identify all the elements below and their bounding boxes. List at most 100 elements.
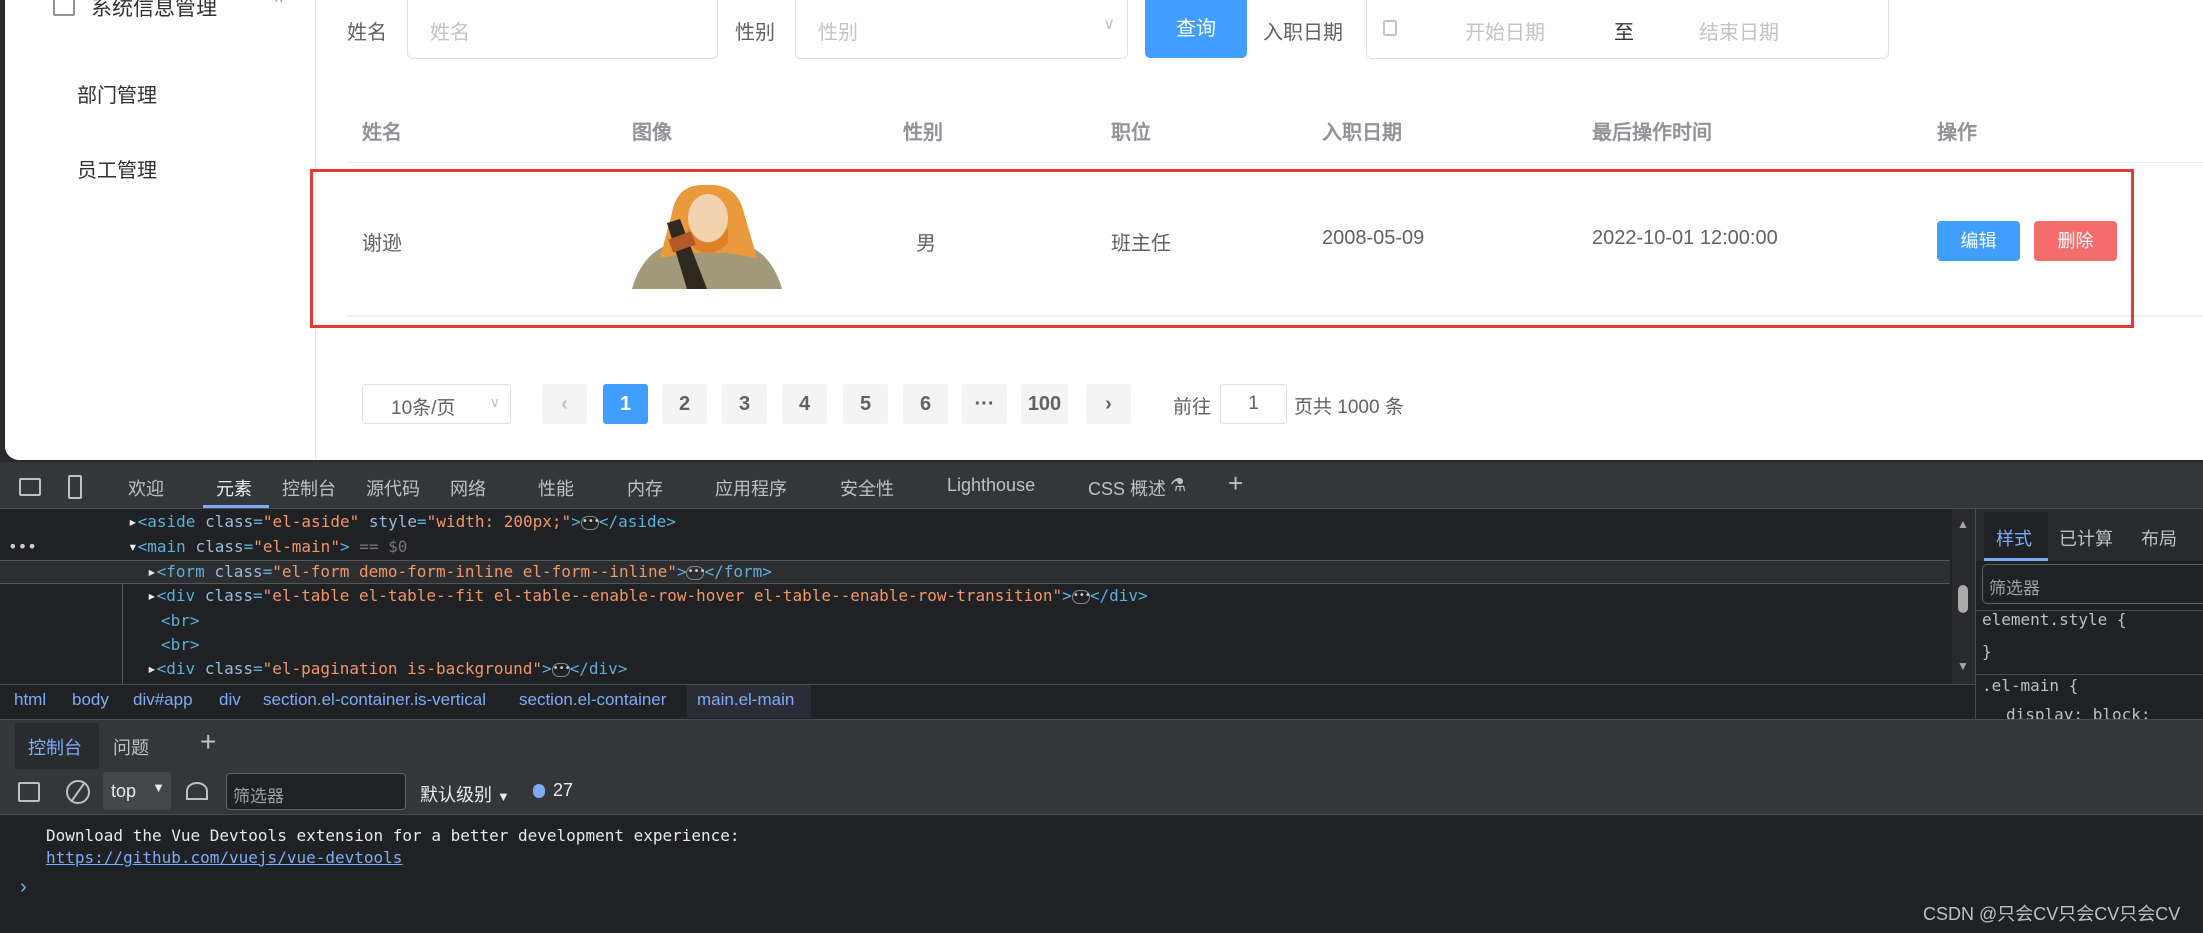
next-page-button[interactable]: › [1086,384,1131,424]
active-tab-indicator [203,505,269,508]
drawer-add-tab-icon[interactable]: + [200,726,216,758]
tab-elements[interactable]: 元素 [216,475,252,501]
goto-page-input[interactable]: 1 [1220,384,1287,424]
drawer-tab-issues[interactable]: 问题 [113,734,149,760]
watermark: CSDN @只会CV只会CV只会CV [1923,904,2181,924]
name-input[interactable]: 姓名 [407,0,718,59]
drawer-tab-console[interactable]: 控制台 [28,734,82,760]
more-options-icon[interactable]: ••• [8,537,37,556]
col-header-image: 图像 [632,122,672,144]
page-button[interactable]: 100 [1021,384,1068,424]
pagination-class: el-pagination is-background [272,659,533,678]
style-rule-selector: .el-main { [1982,676,2079,695]
goto-label: 前往 [1173,397,1212,418]
col-header-gender: 性别 [903,122,943,144]
breadcrumb-item[interactable]: section.el-container.is-vertical [263,690,486,710]
tab-lighthouse[interactable]: Lighthouse [947,475,1035,496]
dom-node-main[interactable]: ▾<main class="el-main"> == $0 [128,537,407,556]
more-tabs-plus-icon[interactable]: + [1228,468,1243,499]
dom-node-form[interactable]: ▸<form class="el-form demo-form-inline e… [147,562,772,581]
breadcrumb-item[interactable]: html [14,690,46,710]
message-count[interactable]: 27 [553,780,573,801]
tab-computed[interactable]: 已计算 [2059,525,2113,551]
name-placeholder: 姓名 [430,22,470,44]
header-divider [347,162,2203,163]
log-level-value: 默认级别 [420,785,492,805]
dom-node-br[interactable]: <br> [161,635,200,654]
page-button[interactable]: 3 [722,384,767,424]
tab-performance[interactable]: 性能 [538,475,574,501]
device-toolbar-icon[interactable] [68,475,82,499]
context-select[interactable]: top ▼ [103,772,171,810]
styles-pane: 样式 已计算 布局 筛选器 element.style { } .el-main… [1975,509,2203,724]
breadcrumb-item[interactable]: main.el-main [697,690,794,710]
highlight-box [310,169,2134,328]
dom-node-table[interactable]: ▸<div class="el-table el-table--fit el-t… [147,586,1148,605]
page-button[interactable]: 1 [603,384,648,424]
selected-marker: == $0 [359,537,408,556]
end-date-placeholder[interactable]: 结束日期 [1699,16,1779,45]
drawer-tabbar [0,719,2203,769]
page-button[interactable]: 4 [782,384,827,424]
dom-node-aside[interactable]: ▸<aside class="el-aside" style="width: 2… [128,512,676,531]
clear-console-icon[interactable] [66,780,90,804]
start-date-placeholder[interactable]: 开始日期 [1465,16,1545,45]
date-range-picker[interactable]: 开始日期 至 结束日期 [1366,0,1889,59]
inspect-element-icon[interactable] [19,478,41,496]
chevron-down-icon: ∨ [489,394,500,410]
tab-network[interactable]: 网络 [450,475,486,501]
menu-item-dept[interactable]: 部门管理 [77,79,157,108]
tab-welcome[interactable]: 欢迎 [128,475,164,501]
prev-page-button[interactable]: ‹ [542,384,587,424]
tab-application[interactable]: 应用程序 [715,475,787,501]
elements-scrollbar[interactable]: ▲ ▼ [1952,509,1974,684]
sidebar: 系统信息管理 ^ 部门管理 员工管理 [5,0,316,460]
tab-sources[interactable]: 源代码 [366,475,420,501]
dom-node-br[interactable]: <br> [161,611,200,630]
tab-console[interactable]: 控制台 [282,475,336,501]
breadcrumb-item[interactable]: div [219,690,241,710]
style-rule-selector: element.style { [1982,610,2127,629]
tree-guide [122,584,123,684]
scrollbar-thumb[interactable] [1958,585,1968,613]
page-button[interactable]: 6 [903,384,948,424]
tab-styles[interactable]: 样式 [1996,525,2032,551]
live-expression-eye-icon[interactable] [186,782,208,800]
menu-group-system[interactable]: 系统信息管理 [91,0,217,22]
range-separator: 至 [1614,22,1634,44]
page-size-value: 10条/页 [391,398,456,419]
page-size-select[interactable]: 10条/页 ∨ [362,384,511,424]
context-value: top [111,781,137,801]
col-header-entry-date: 入职日期 [1322,122,1402,144]
query-button[interactable]: 查询 [1145,0,1247,58]
console-filter-input[interactable]: 筛选器 [226,773,406,810]
tab-layout[interactable]: 布局 [2141,525,2177,551]
chevron-up-icon[interactable]: ^ [275,0,283,12]
total-text: 页共 1000 条 [1294,397,1404,418]
breadcrumb-item[interactable]: div#app [133,690,193,710]
form-class: el-form demo-form-inline el-form--inline [281,562,668,581]
gender-placeholder: 性别 [818,22,858,44]
col-header-actions: 操作 [1937,122,1977,144]
menu-item-emp[interactable]: 员工管理 [77,154,157,183]
console-prompt-icon[interactable]: › [20,876,27,899]
tab-memory[interactable]: 内存 [627,475,663,501]
dom-node-pagination[interactable]: ▸<div class="el-pagination is-background… [147,659,627,678]
page-button[interactable]: 5 [843,384,888,424]
message-icon [53,0,75,16]
log-level-select[interactable]: 默认级别 ▼ [420,781,510,807]
gender-select[interactable]: 性别 ∨ [795,0,1128,59]
breadcrumb-item[interactable]: body [72,690,109,710]
tab-security[interactable]: 安全性 [840,475,894,501]
console-link[interactable]: https://github.com/vuejs/vue-devtools [46,848,402,867]
tab-css-overview[interactable]: CSS 概述 [1088,475,1166,501]
col-header-update-time: 最后操作时间 [1592,122,1712,144]
name-label: 姓名 [347,22,387,44]
flask-icon: ⚗ [1170,475,1187,495]
page-button[interactable]: 2 [662,384,707,424]
sidebar-toggle-icon[interactable] [18,782,40,802]
chevron-down-icon: ∨ [1103,16,1115,33]
breadcrumb-item[interactable]: section.el-container [519,690,666,710]
more-pages-button[interactable]: ··· [962,384,1007,424]
styles-filter-input[interactable]: 筛选器 [1982,564,2203,604]
